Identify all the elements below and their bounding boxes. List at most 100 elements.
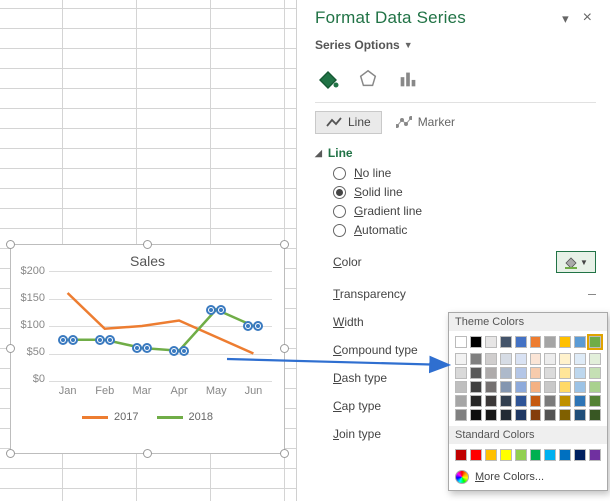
tab-marker[interactable]: Marker xyxy=(386,111,465,134)
color-swatch[interactable] xyxy=(515,449,527,461)
color-swatch[interactable] xyxy=(470,353,482,365)
color-swatch[interactable] xyxy=(530,336,542,348)
color-swatch[interactable] xyxy=(485,353,497,365)
line-section-header[interactable]: ◢ Line xyxy=(315,146,596,160)
color-swatch[interactable] xyxy=(559,409,571,421)
color-swatch[interactable] xyxy=(515,381,527,393)
color-swatch[interactable] xyxy=(470,336,482,348)
color-swatch[interactable] xyxy=(530,449,542,461)
color-swatch[interactable] xyxy=(589,367,601,379)
color-swatch[interactable] xyxy=(559,381,571,393)
resize-handle[interactable] xyxy=(280,449,289,458)
resize-handle[interactable] xyxy=(280,240,289,249)
color-swatch[interactable] xyxy=(559,449,571,461)
color-swatch[interactable] xyxy=(574,367,586,379)
color-swatch[interactable] xyxy=(544,409,556,421)
color-swatch[interactable] xyxy=(500,367,512,379)
color-swatch[interactable] xyxy=(544,353,556,365)
task-pane-options-icon[interactable]: ▾ xyxy=(562,12,569,25)
color-swatch[interactable] xyxy=(589,409,601,421)
fill-and-line-icon[interactable] xyxy=(315,66,341,92)
color-swatch[interactable] xyxy=(470,381,482,393)
legend-item-2018[interactable]: 2018 xyxy=(157,411,213,423)
radio-automatic[interactable]: Automatic xyxy=(333,223,596,237)
color-swatch[interactable] xyxy=(589,353,601,365)
color-swatch[interactable] xyxy=(470,395,482,407)
color-swatch[interactable] xyxy=(500,336,512,348)
color-swatch[interactable] xyxy=(500,449,512,461)
color-swatch[interactable] xyxy=(485,409,497,421)
color-swatch[interactable] xyxy=(515,336,527,348)
color-swatch[interactable] xyxy=(544,367,556,379)
color-swatch[interactable] xyxy=(500,395,512,407)
resize-handle[interactable] xyxy=(6,240,15,249)
color-swatch[interactable] xyxy=(530,395,542,407)
chart-object[interactable]: Sales $200$150$100$50$0 JanFebMarAprMayJ… xyxy=(10,244,285,454)
color-swatch[interactable] xyxy=(589,336,601,348)
color-swatch[interactable] xyxy=(515,353,527,365)
color-swatch[interactable] xyxy=(485,449,497,461)
color-swatch[interactable] xyxy=(515,367,527,379)
radio-solid-line[interactable]: Solid line xyxy=(333,185,596,199)
color-swatch[interactable] xyxy=(559,353,571,365)
color-swatch[interactable] xyxy=(455,353,467,365)
color-swatch[interactable] xyxy=(559,395,571,407)
color-swatch[interactable] xyxy=(574,409,586,421)
color-swatch[interactable] xyxy=(574,449,586,461)
color-swatch[interactable] xyxy=(470,449,482,461)
resize-handle[interactable] xyxy=(143,449,152,458)
color-swatch[interactable] xyxy=(485,336,497,348)
color-swatch[interactable] xyxy=(530,381,542,393)
resize-handle[interactable] xyxy=(143,240,152,249)
resize-handle[interactable] xyxy=(6,449,15,458)
color-swatch[interactable] xyxy=(515,395,527,407)
color-swatch[interactable] xyxy=(559,336,571,348)
close-icon[interactable]: × xyxy=(583,10,592,26)
color-swatch[interactable] xyxy=(455,395,467,407)
resize-handle[interactable] xyxy=(280,344,289,353)
color-swatch[interactable] xyxy=(589,395,601,407)
series-options-icon[interactable] xyxy=(395,66,421,92)
color-swatch[interactable] xyxy=(574,336,586,348)
color-swatch[interactable] xyxy=(500,381,512,393)
color-swatch[interactable] xyxy=(485,395,497,407)
color-swatch[interactable] xyxy=(530,409,542,421)
color-swatch[interactable] xyxy=(544,395,556,407)
color-swatch[interactable] xyxy=(574,353,586,365)
resize-handle[interactable] xyxy=(6,344,15,353)
series-options-dropdown[interactable]: Series Options ▼ xyxy=(315,38,596,52)
plot-area[interactable]: $200$150$100$50$0 xyxy=(49,271,272,381)
color-swatch[interactable] xyxy=(470,367,482,379)
color-swatch[interactable] xyxy=(455,449,467,461)
color-swatch[interactable] xyxy=(574,381,586,393)
color-swatch[interactable] xyxy=(589,449,601,461)
legend-item-2017[interactable]: 2017 xyxy=(82,411,138,423)
tab-line[interactable]: Line xyxy=(315,111,382,134)
color-swatch[interactable] xyxy=(455,367,467,379)
color-swatch[interactable] xyxy=(500,353,512,365)
chart-legend[interactable]: 2017 2018 xyxy=(11,411,284,423)
color-swatch[interactable] xyxy=(470,409,482,421)
chart-lines[interactable] xyxy=(49,271,272,381)
color-swatch[interactable] xyxy=(455,381,467,393)
color-swatch[interactable] xyxy=(485,381,497,393)
color-swatch[interactable] xyxy=(574,395,586,407)
color-swatch[interactable] xyxy=(559,367,571,379)
effects-icon[interactable] xyxy=(355,66,381,92)
radio-gradient-line[interactable]: Gradient line xyxy=(333,204,596,218)
color-swatch[interactable] xyxy=(530,367,542,379)
color-swatch[interactable] xyxy=(485,367,497,379)
color-swatch[interactable] xyxy=(515,409,527,421)
color-picker-button[interactable]: ▼ xyxy=(556,251,596,273)
more-colors-button[interactable]: More Colors... xyxy=(449,466,607,486)
color-swatch[interactable] xyxy=(455,336,467,348)
color-swatch[interactable] xyxy=(455,409,467,421)
color-swatch[interactable] xyxy=(544,336,556,348)
transparency-slider[interactable] xyxy=(588,294,596,295)
color-swatch[interactable] xyxy=(544,449,556,461)
color-swatch[interactable] xyxy=(589,381,601,393)
color-swatch[interactable] xyxy=(544,381,556,393)
color-swatch[interactable] xyxy=(500,409,512,421)
radio-no-line[interactable]: No line xyxy=(333,166,596,180)
color-swatch[interactable] xyxy=(530,353,542,365)
